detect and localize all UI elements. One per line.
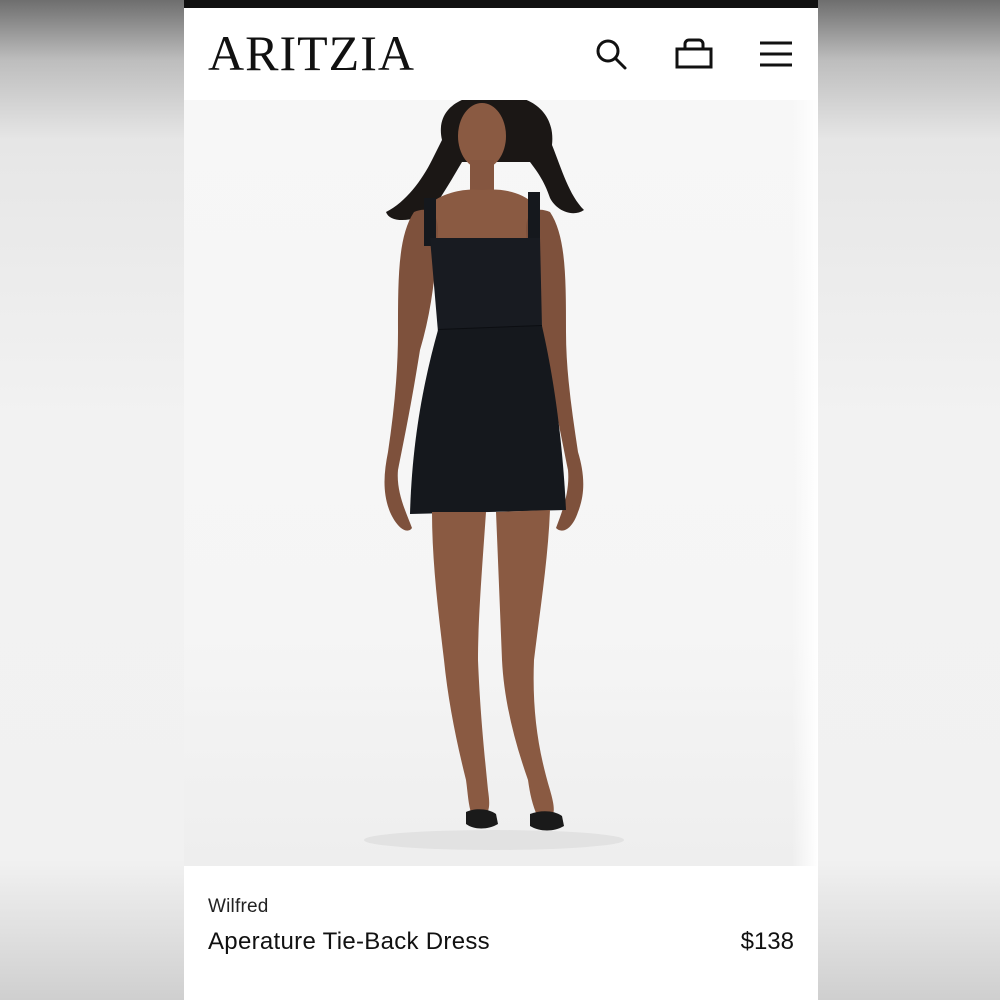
- product-image[interactable]: [184, 100, 818, 866]
- search-icon: [596, 39, 627, 70]
- menu-button[interactable]: [756, 34, 796, 74]
- product-info: Wilfred Aperature Tie-Back Dress $138: [184, 866, 818, 1000]
- search-button[interactable]: [591, 34, 631, 74]
- shopping-bag-button[interactable]: [674, 34, 714, 74]
- model-illustration: [364, 100, 624, 850]
- phone-screen: ARITZIA Wilfred Aperature Tie-Back Dress…: [184, 0, 818, 1000]
- blurred-background-right: [818, 0, 1000, 1000]
- product-title[interactable]: Aperature Tie-Back Dress: [208, 928, 490, 956]
- site-header: ARITZIA: [184, 8, 818, 100]
- aritzia-logo[interactable]: ARITZIA: [208, 28, 415, 78]
- blurred-background-left: [0, 0, 184, 1000]
- shopping-bag-icon: [675, 38, 713, 69]
- product-brand[interactable]: Wilfred: [208, 896, 269, 918]
- product-price: $138: [740, 928, 794, 955]
- status-bar: [184, 0, 818, 8]
- image-edge-fade: [792, 100, 818, 866]
- menu-icon: [760, 41, 792, 67]
